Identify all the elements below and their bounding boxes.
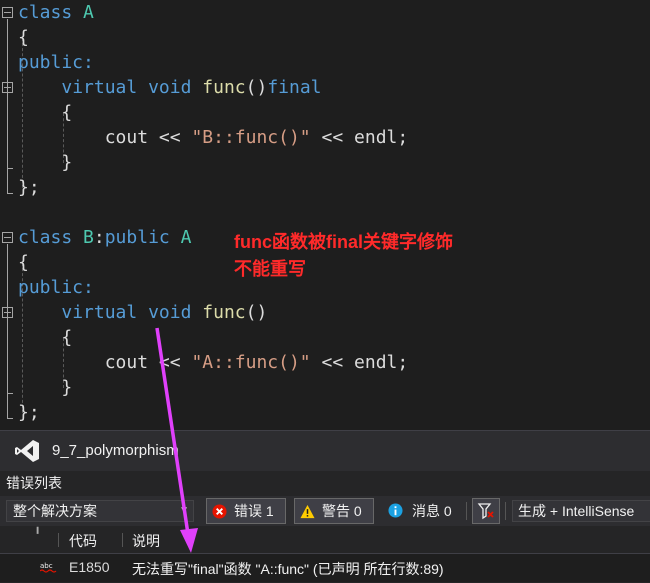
code-line: public:: [18, 277, 94, 298]
warning-icon: [300, 504, 315, 519]
errors-filter-button[interactable]: 错误 1: [206, 498, 286, 524]
toolbar-divider: [505, 502, 506, 520]
warnings-filter-button[interactable]: 警告 0: [294, 498, 374, 524]
panel-titlebar: 9_7_polymorphism: [0, 430, 650, 471]
scope-dropdown[interactable]: 整个解决方案 ▼: [6, 500, 194, 522]
outline-guide: [7, 393, 13, 394]
error-list-column-header: ╹ 代码 说明: [0, 527, 650, 554]
code-line: public:: [18, 52, 94, 73]
code-line: {: [18, 252, 29, 273]
filter-icon: [477, 503, 494, 520]
error-list-toolbar: 整个解决方案 ▼ 错误 1 警告 0 消息 0 生成 + IntelliSens…: [0, 496, 650, 526]
outline-guide: [7, 94, 8, 168]
code-line: virtual void func(): [61, 302, 268, 323]
pin-icon: ╹: [34, 527, 42, 541]
outline-guide: [7, 319, 8, 393]
table-row[interactable]: abc E1850 无法重写"final"函数 "A::func" (已声明 所…: [0, 554, 650, 582]
code-line: class B:public A: [18, 227, 192, 248]
code-line: };: [18, 177, 40, 198]
error-code: E1850: [69, 559, 110, 575]
column-header-description[interactable]: 说明: [132, 531, 160, 551]
messages-count-label: 消息 0: [412, 503, 452, 519]
visual-studio-logo-icon: [15, 440, 39, 462]
warnings-count-label: 警告 0: [322, 503, 362, 519]
code-line: cout << "A::func()" << endl;: [104, 352, 409, 373]
errors-count-label: 错误 1: [234, 503, 274, 519]
code-line: };: [18, 402, 40, 423]
error-icon: [212, 504, 227, 519]
column-divider: [58, 533, 59, 547]
outline-guide: [7, 418, 13, 419]
outline-guide: [7, 193, 13, 194]
code-line: {: [61, 327, 73, 348]
info-icon: [388, 503, 403, 518]
code-line: {: [18, 27, 29, 48]
collapse-class-b-icon[interactable]: [2, 232, 13, 243]
code-editor[interactable]: class A { public: virtual void func()fin…: [0, 0, 650, 430]
code-line: class A: [18, 2, 94, 23]
abc-error-icon: abc: [40, 562, 57, 573]
svg-text:abc: abc: [40, 562, 53, 570]
error-description: 无法重写"final"函数 "A::func" (已声明 所在行数:89): [132, 561, 444, 577]
column-divider: [122, 533, 123, 547]
chevron-down-icon: ▼: [179, 505, 189, 516]
messages-filter-button[interactable]: 消息 0: [382, 498, 462, 524]
annotation-text: func函数被final关键字修饰: [234, 232, 453, 252]
code-line: {: [61, 102, 73, 123]
build-source-dropdown[interactable]: 生成 + IntelliSense: [512, 500, 650, 522]
code-line: }: [61, 377, 73, 398]
outline-guide: [7, 168, 13, 169]
code-line: }: [61, 152, 73, 173]
project-name: 9_7_polymorphism: [52, 442, 179, 459]
collapse-class-a-icon[interactable]: [2, 7, 13, 18]
toolbar-divider: [466, 502, 467, 520]
error-list-title: 错误列表: [6, 475, 62, 491]
error-list-panel: 9_7_polymorphism 错误列表 整个解决方案 ▼ 错误 1 警告 0: [0, 430, 650, 583]
column-header-code[interactable]: 代码: [69, 531, 97, 551]
scope-value: 整个解决方案: [13, 503, 97, 519]
code-line: cout << "B::func()" << endl;: [104, 127, 409, 148]
code-line: virtual void func()final: [61, 77, 322, 98]
annotation-text: 不能重写: [234, 259, 306, 279]
filter-button[interactable]: [472, 498, 500, 524]
